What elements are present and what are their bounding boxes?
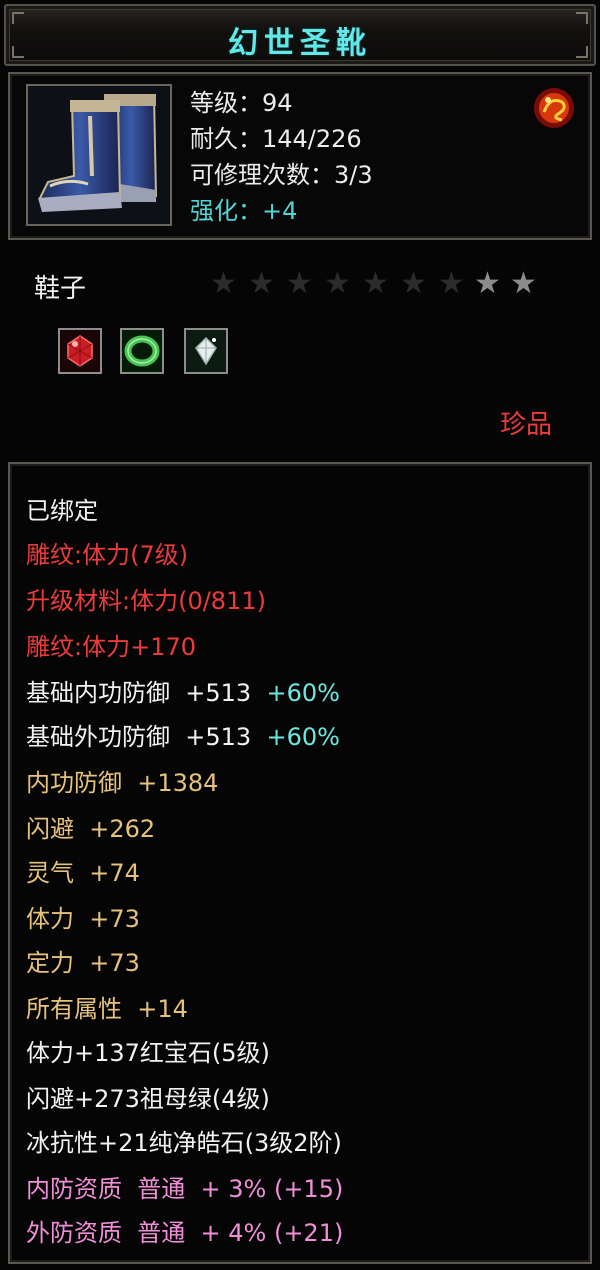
star-empty-icon: ★ <box>362 266 389 301</box>
dragon-orb-icon <box>532 86 576 130</box>
star-empty-icon: ★ <box>210 266 237 301</box>
upgrade-material: 升级材料:体力(0/811) <box>26 587 266 615</box>
all-attributes-stat: 所有属性 +14 <box>26 995 188 1023</box>
level-stat: 等级：94 <box>190 89 293 117</box>
spirit-stat: 灵气 +74 <box>26 859 140 887</box>
durability-stat: 耐久：144/226 <box>190 125 362 153</box>
rarity-label: 珍品 <box>499 410 552 440</box>
outer-def-quality: 外防资质 普通 + 4% (+21) <box>26 1218 343 1248</box>
gem-bonus-ruby: 体力+137红宝石(5级) <box>26 1039 270 1067</box>
item-type: 鞋子 <box>34 274 87 304</box>
base-inner-defense-pct: +60% <box>266 679 340 707</box>
base-outer-defense-pct: +60% <box>266 723 340 751</box>
title-bar: 幻世圣靴 <box>4 4 596 66</box>
boots-icon <box>26 84 172 226</box>
diamond-socket-icon <box>184 328 228 374</box>
carve-level: 雕纹:体力(7级) <box>26 541 189 569</box>
star-filled-icon: ★ <box>474 266 501 301</box>
item-info-box: 等级：94 耐久：144/226 可修理次数：3/3 强化：+4 <box>8 72 592 240</box>
outer-def-quality-value: 普通 + 4% (+21) <box>137 1219 344 1247</box>
gem-bonus-diamond: 冰抗性+21纯净皓石(3级2阶) <box>26 1129 342 1157</box>
stamina-stat: 体力 +73 <box>26 905 140 933</box>
base-outer-defense-value: 基础外功防御 +513 <box>26 723 252 751</box>
bound-status: 已绑定 <box>26 497 98 525</box>
star-empty-icon: ★ <box>400 266 427 301</box>
focus-stat: 定力 +73 <box>26 949 140 977</box>
base-outer-defense: 基础外功防御 +513 +60% <box>26 722 340 752</box>
carve-bonus: 雕纹:体力+170 <box>26 633 197 661</box>
inner-defense: 内功防御 +1384 <box>26 769 219 797</box>
dodge-stat: 闪避 +262 <box>26 815 156 843</box>
outer-def-quality-label: 外防资质 <box>26 1219 122 1247</box>
ruby-socket-icon <box>58 328 102 374</box>
inner-def-quality-label: 内防资质 <box>26 1175 122 1203</box>
base-inner-defense: 基础内功防御 +513 +60% <box>26 678 340 708</box>
star-filled-icon: ★ <box>510 266 537 301</box>
gem-bonus-emerald: 闪避+273祖母绿(4级) <box>26 1085 270 1113</box>
enhance-stat: 强化：+4 <box>190 197 298 225</box>
star-empty-icon: ★ <box>438 266 465 301</box>
repair-count-stat: 可修理次数：3/3 <box>190 161 373 189</box>
base-inner-defense-value: 基础内功防御 +513 <box>26 679 252 707</box>
inner-def-quality: 内防资质 普通 + 3% (+15) <box>26 1174 343 1204</box>
item-tooltip: 幻世圣靴 等级：94 耐久：144/226 可修理次数：3/3 强化：+4 鞋子… <box>0 0 600 1270</box>
inner-def-quality-value: 普通 + 3% (+15) <box>137 1175 344 1203</box>
star-empty-icon: ★ <box>286 266 313 301</box>
star-empty-icon: ★ <box>248 266 275 301</box>
emerald-socket-icon <box>120 328 164 374</box>
item-title: 幻世圣靴 <box>228 26 372 61</box>
star-empty-icon: ★ <box>324 266 351 301</box>
